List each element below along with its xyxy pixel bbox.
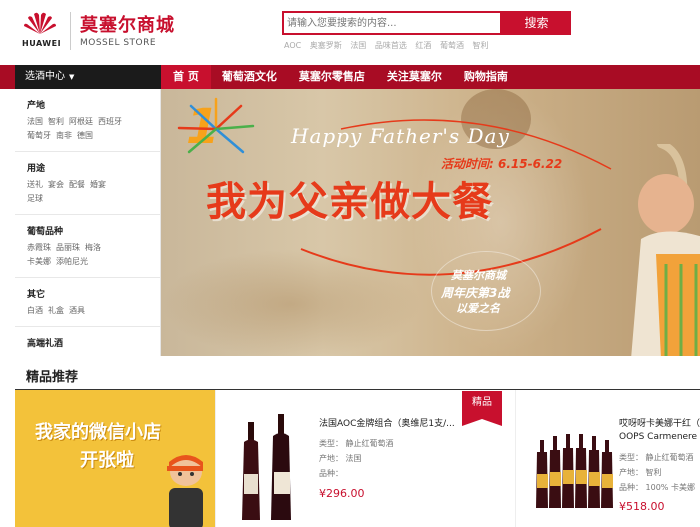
sidebar-links: 法国 智利 阿根廷 西班牙 葡萄牙 南非 德国 [27,115,147,143]
hot-word[interactable]: 品味首选 [375,41,407,50]
product-name[interactable]: 法国AOC金牌组合（奥维尼1支/... [319,416,455,429]
sidebar-link[interactable]: 智利 [48,117,64,126]
badge-love: 以爱之名 [456,302,500,315]
sidebar-link[interactable]: 婚宴 [90,180,106,189]
sidebar-link[interactable]: 梅洛 [85,243,101,252]
sidebar-link[interactable]: 南非 [56,131,72,140]
chef-woman-illustration [631,144,700,356]
logo-divider [70,12,71,50]
main-nav: 选酒中心 ▼ 首 页 葡萄酒文化 莫塞尔零售店 关注莫塞尔 购物指南 [0,65,700,89]
premium-tag: 精品 [462,391,502,426]
hot-search-words: AOC 奥塞罗斯 法国 品味首选 红酒 葡萄酒 智利 [284,40,495,51]
nav-items: 首 页 葡萄酒文化 莫塞尔零售店 关注莫塞尔 购物指南 [161,65,519,89]
sidebar-link[interactable]: 宴会 [48,180,64,189]
product-variety: 品种： 100% 卡美娜 [619,483,695,492]
hot-word[interactable]: 法国 [350,41,366,50]
sidebar-link[interactable]: 西班牙 [98,117,122,126]
category-sidebar: 产地 法国 智利 阿根廷 西班牙 葡萄牙 南非 德国 用途 送礼 宴会 配餐 婚宴 足球 葡萄品… [15,89,161,356]
wechat-promo-line1: 我家的微信小店 [35,422,161,443]
sidebar-group-title[interactable]: 葡萄品种 [27,224,160,237]
sidebar-link[interactable]: 添帕尼光 [56,257,88,266]
sidebar-link[interactable]: 品丽珠 [56,243,80,252]
chevron-down-icon: ▼ [69,73,75,81]
category-menu-button[interactable]: 选酒中心 ▼ [15,65,161,89]
store-name-en: MOSSEL STORE [80,38,157,48]
nav-follow[interactable]: 关注莫塞尔 [376,65,453,89]
badge-store-name: 莫塞尔商城 [451,269,506,282]
sidebar-link[interactable]: 阿根廷 [69,117,93,126]
product-name[interactable]: 哎呀呀卡美娜干红（ [619,416,700,429]
wechat-store-promo[interactable]: 我家的微信小店 开张啦 [15,390,215,527]
sidebar-link[interactable]: 足球 [27,194,43,203]
badge-anniversary: 周年庆第3战 [441,286,510,300]
sidebar-link[interactable]: 礼盒 [48,306,64,315]
hot-word[interactable]: 奥塞罗斯 [310,41,342,50]
product-name-en[interactable]: OOPS Carmenere [619,432,697,442]
sidebar-link[interactable]: 白酒 [27,306,43,315]
wechat-promo-line2: 开张啦 [80,450,134,471]
search-input[interactable] [282,11,502,35]
sidebar-group-other: 其它 白酒 礼盒 酒具 [15,278,160,327]
search-button[interactable]: 搜索 [502,11,571,35]
sidebar-group-title[interactable]: 用途 [27,161,160,174]
sidebar-link[interactable]: 配餐 [69,180,85,189]
sidebar-group-premium: 高端礼酒 [15,327,160,356]
product-variety: 品种： [319,469,343,478]
product-origin: 产地： 法国 [319,454,362,463]
banner-english-title: Happy Father's Day [291,124,510,148]
huawei-logo-icon[interactable] [20,10,60,36]
nav-shopping-guide[interactable]: 购物指南 [453,65,519,89]
hot-word[interactable]: 智利 [473,41,489,50]
product-card[interactable]: 哎呀呀卡美娜干红（ OOPS Carmenere 类型： 静止红葡萄酒 产地： … [515,390,700,527]
nav-wine-culture[interactable]: 葡萄酒文化 [211,65,288,89]
sidebar-group-usage: 用途 送礼 宴会 配餐 婚宴 足球 [15,152,160,215]
sidebar-link[interactable]: 卡美娜 [27,257,51,266]
banner-slogan: 我为父亲做大餐 [206,179,493,225]
product-origin: 产地： 智利 [619,468,662,477]
sidebar-group-title[interactable]: 高端礼酒 [27,336,160,349]
sidebar-links: 送礼 宴会 配餐 婚宴 足球 [27,178,147,206]
store-name-cn[interactable]: 莫塞尔商城 [80,11,175,37]
hot-word[interactable]: AOC [284,41,301,50]
site-header: HUAWEI 莫塞尔商城 MOSSEL STORE 搜索 AOC 奥塞罗斯 法国… [0,0,700,65]
product-type: 类型： 静止红葡萄酒 [319,439,394,448]
sidebar-links: 赤霞珠 品丽珠 梅洛 卡美娜 添帕尼光 [27,241,147,269]
firework-icon [177,97,255,154]
sidebar-link[interactable]: 酒具 [69,306,85,315]
hot-word[interactable]: 红酒 [415,41,431,50]
product-price: ¥518.00 [619,500,665,513]
sidebar-group-title[interactable]: 其它 [27,287,160,300]
hot-word[interactable]: 葡萄酒 [440,41,464,50]
wine-bottles-image [536,434,613,508]
sidebar-group-grape: 葡萄品种 赤霞珠 品丽珠 梅洛 卡美娜 添帕尼光 [15,215,160,278]
sidebar-link[interactable]: 葡萄牙 [27,131,51,140]
category-menu-label: 选酒中心 [25,71,65,82]
nav-retail-stores[interactable]: 莫塞尔零售店 [288,65,376,89]
sidebar-group-title[interactable]: 产地 [27,98,160,111]
brand-name: HUAWEI [22,39,62,48]
sidebar-link[interactable]: 送礼 [27,180,43,189]
product-price: ¥296.00 [319,487,365,500]
promo-banner[interactable]: 1 Happy Father's Day 活动时间: 6.15-6.22 我为父… [161,89,700,356]
sidebar-link[interactable]: 德国 [77,131,93,140]
sidebar-link[interactable]: 法国 [27,117,43,126]
nav-home[interactable]: 首 页 [161,65,211,89]
sidebar-links: 白酒 礼盒 酒具 [27,304,147,318]
sidebar-group-origin: 产地 法国 智利 阿根廷 西班牙 葡萄牙 南非 德国 [15,89,160,152]
wine-bottles-image [242,414,291,520]
sidebar-link[interactable]: 赤霞珠 [27,243,51,252]
section-title: 精品推荐 [26,370,79,385]
cartoon-character-icon [167,455,203,527]
product-type: 类型： 静止红葡萄酒 [619,453,694,462]
